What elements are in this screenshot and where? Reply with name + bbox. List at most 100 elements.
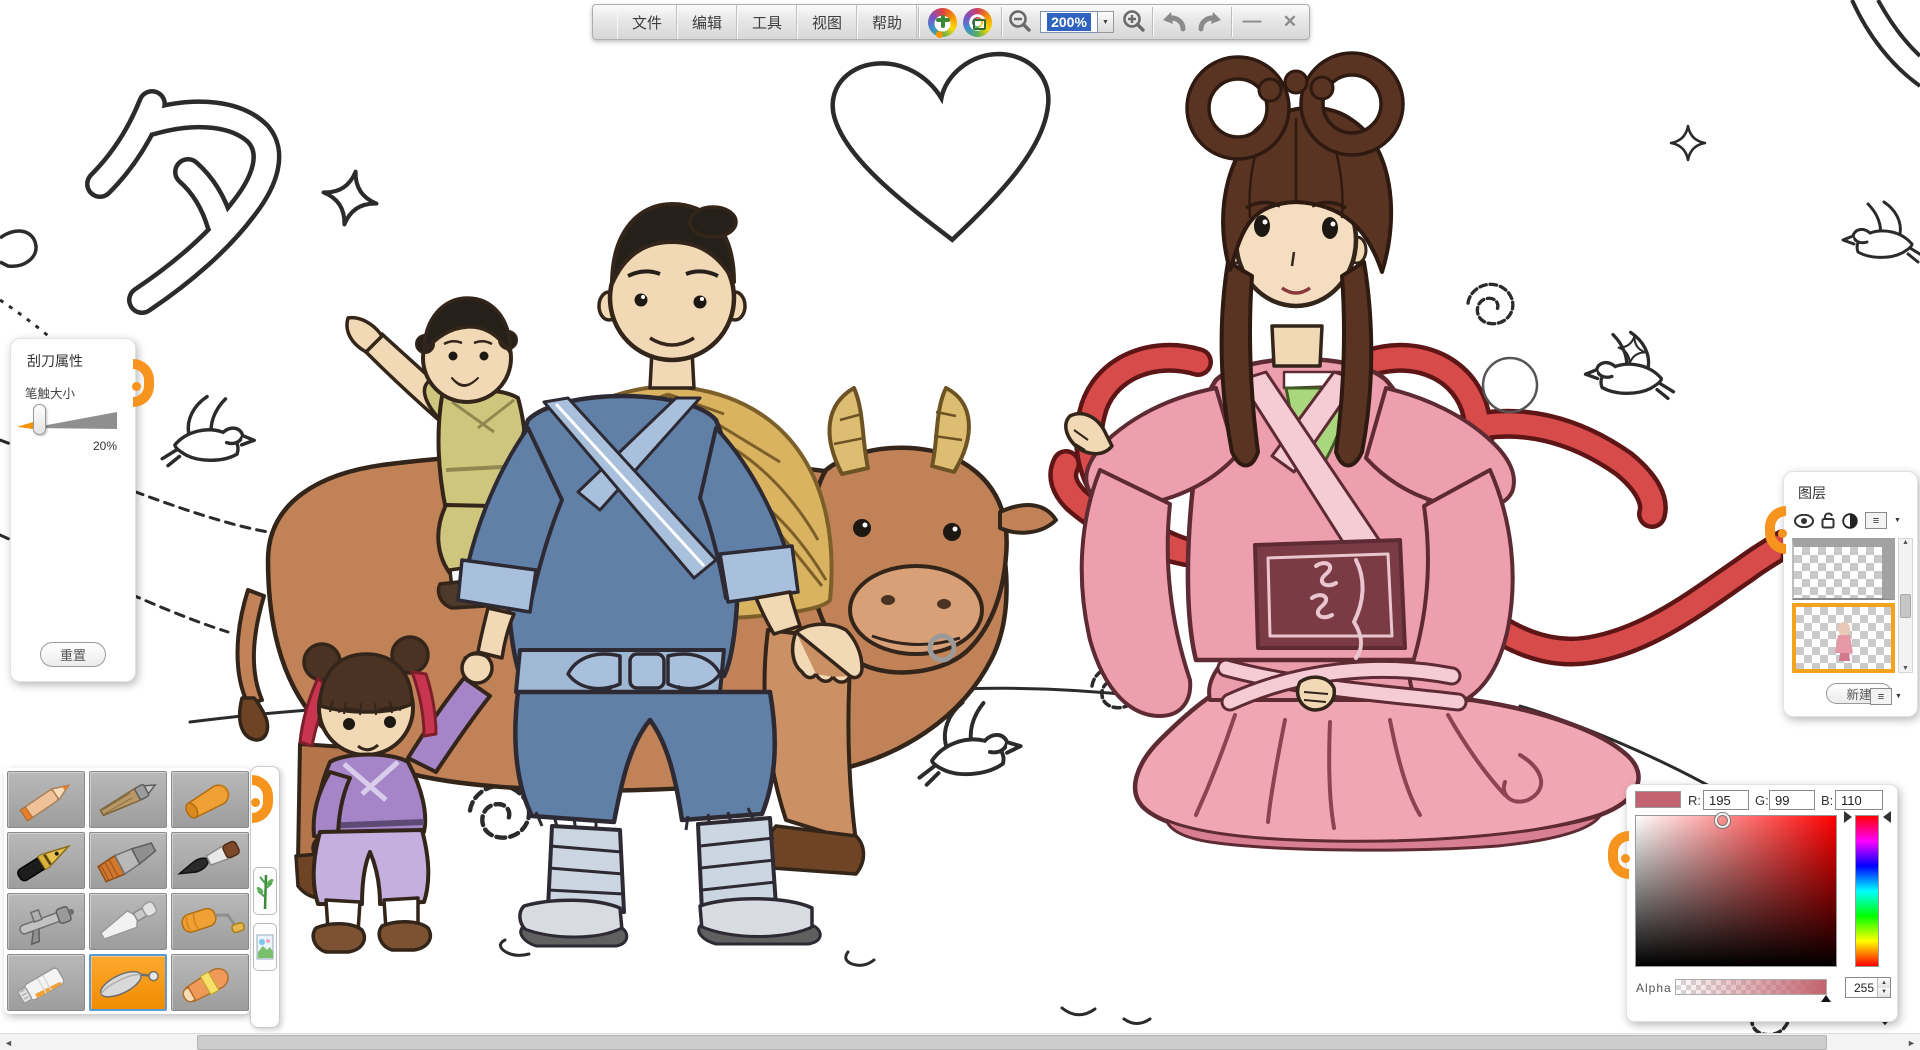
spinner-down-arrow[interactable]: ▼: [1878, 988, 1890, 998]
swirl-doodle: [470, 786, 529, 838]
alpha-spinbox[interactable]: 255 ▲ ▼: [1845, 977, 1891, 998]
g-input[interactable]: [1769, 790, 1815, 810]
bamboo-tool-button[interactable]: [253, 867, 277, 915]
close-button[interactable]: ✕: [1271, 5, 1309, 39]
reset-button[interactable]: 重置: [40, 642, 106, 667]
tool-ink-brush[interactable]: [171, 832, 249, 889]
zoom-out-button[interactable]: [1003, 5, 1037, 39]
ink-brush-icon: [175, 837, 245, 885]
mascot-face-icon[interactable]: [928, 8, 957, 37]
mascot-swirl-icon[interactable]: [963, 8, 992, 37]
menu-help[interactable]: 帮助: [857, 5, 917, 39]
alpha-label: Alpha: [1636, 981, 1672, 995]
panel-title: 刮刀属性: [27, 351, 83, 371]
picture-icon: [256, 934, 274, 960]
hue-marker-right[interactable]: [1883, 811, 1891, 823]
menu-file[interactable]: 文件: [617, 5, 677, 39]
zoom-in-icon: [1121, 9, 1147, 35]
dove-outline: [1586, 332, 1674, 398]
tool-fountain-pen[interactable]: [7, 832, 85, 889]
slider-tip: [17, 422, 33, 429]
lock-icon[interactable]: [1821, 512, 1835, 529]
scroll-left-arrow[interactable]: ◄: [0, 1034, 17, 1050]
tool-palette: [4, 768, 250, 1014]
b-label: B:: [1821, 793, 1833, 808]
bamboo-icon: [256, 871, 274, 911]
sparkle-icon: [1616, 334, 1648, 366]
stamp-picture-button[interactable]: [253, 923, 277, 971]
zoom-in-button[interactable]: [1117, 5, 1151, 39]
slider-thumb[interactable]: [33, 404, 46, 435]
redo-button[interactable]: [1192, 5, 1230, 39]
undo-icon: [1159, 10, 1187, 34]
alpha-slider-marker[interactable]: [1821, 995, 1831, 1002]
tool-wood-pen[interactable]: [89, 771, 167, 828]
hue-marker-left[interactable]: [1844, 811, 1852, 823]
watermark-character-strokes: [100, 104, 266, 300]
tool-flat-brush[interactable]: [89, 832, 167, 889]
sv-cursor-ring[interactable]: [1715, 813, 1730, 828]
tool-palette-knife[interactable]: [89, 893, 167, 950]
dove-outline: [1843, 202, 1920, 262]
zoom-dropdown-caret[interactable]: ▼: [1098, 11, 1114, 33]
scroll-down-arrow[interactable]: ▼: [1902, 665, 1909, 672]
blend-halfcircle-icon[interactable]: [1842, 513, 1858, 529]
tool-paint-tube[interactable]: [7, 954, 85, 1011]
app-window: 文件 编辑 工具 视图 帮助 200% ▼: [0, 0, 1920, 1050]
menu-tools[interactable]: 工具: [737, 5, 797, 39]
tool-pencil[interactable]: [7, 771, 85, 828]
color-swatch: [1635, 791, 1681, 808]
flat-brush-icon: [93, 837, 163, 885]
spinner-up-arrow[interactable]: ▲: [1878, 978, 1890, 988]
zoom-level-value: 200%: [1047, 13, 1091, 31]
r-input[interactable]: [1703, 790, 1749, 810]
paint-tube-icon: [11, 959, 81, 1007]
menu-edit[interactable]: 编辑: [677, 5, 737, 39]
scraper-icon: [93, 959, 163, 1007]
layer-options-caret[interactable]: ▼: [1895, 693, 1902, 700]
tool-crayon[interactable]: [171, 771, 249, 828]
saturation-value-field[interactable]: [1635, 815, 1837, 967]
undo-button[interactable]: [1154, 5, 1192, 39]
brush-cursor: [1483, 358, 1537, 412]
scroll-right-arrow[interactable]: ►: [1903, 1034, 1920, 1050]
redo-icon: [1197, 10, 1225, 34]
alpha-value: 255: [1846, 981, 1877, 995]
scrollbar-thumb[interactable]: [1900, 594, 1911, 618]
notification-dot: [936, 31, 943, 38]
tool-scraper-selected[interactable]: [89, 954, 167, 1011]
alpha-slider[interactable]: [1675, 979, 1827, 995]
scraper-properties-panel: 刮刀属性 笔触大小 20% 重置: [10, 338, 136, 682]
layers-panel: 图层 ≡ ▼ ▲ ▼ 新建 ≡ ▼: [1783, 471, 1918, 717]
horizontal-scrollbar[interactable]: ◄ ►: [0, 1033, 1920, 1050]
layer2-preview: [1796, 607, 1891, 669]
minimize-button[interactable]: —: [1233, 5, 1271, 39]
g-label: G:: [1755, 793, 1769, 808]
scrollbar-thumb[interactable]: [197, 1035, 1827, 1050]
brush-size-label: 笔触大小: [25, 383, 75, 402]
brush-size-slider[interactable]: [17, 407, 127, 435]
scroll-up-arrow[interactable]: ▲: [1902, 539, 1909, 546]
layer-options-button[interactable]: ≡: [1870, 688, 1892, 705]
layer-list-scrollbar[interactable]: ▲ ▼: [1898, 538, 1913, 673]
color-picker-panel: R: G: B: Alpha 255 ▲ ▼: [1626, 784, 1898, 1022]
tool-paint-roller[interactable]: [171, 893, 249, 950]
visibility-eye-icon[interactable]: [1794, 514, 1814, 528]
palette-collapse-handle[interactable]: [252, 775, 273, 823]
layer-thumbnail-2-active[interactable]: [1792, 603, 1895, 673]
sparkle-icon: [318, 166, 382, 230]
tool-airbrush[interactable]: [7, 893, 85, 950]
layer-thumbnail-1[interactable]: [1792, 538, 1895, 600]
b-input[interactable]: [1835, 790, 1883, 810]
menu-view[interactable]: 视图: [797, 5, 857, 39]
zoom-level-input[interactable]: 200%: [1040, 11, 1098, 33]
layer-menu-caret[interactable]: ▼: [1894, 517, 1901, 524]
toolbar: 文件 编辑 工具 视图 帮助 200% ▼: [592, 4, 1310, 40]
toolbar-grip: [593, 5, 617, 39]
hue-bar[interactable]: [1855, 815, 1879, 967]
layer-menu-button[interactable]: ≡: [1865, 512, 1887, 529]
pencil-icon: [11, 776, 81, 824]
fountain-pen-icon: [11, 837, 81, 885]
tool-crayon-band[interactable]: [171, 954, 249, 1011]
panel-title: 图层: [1798, 483, 1826, 503]
